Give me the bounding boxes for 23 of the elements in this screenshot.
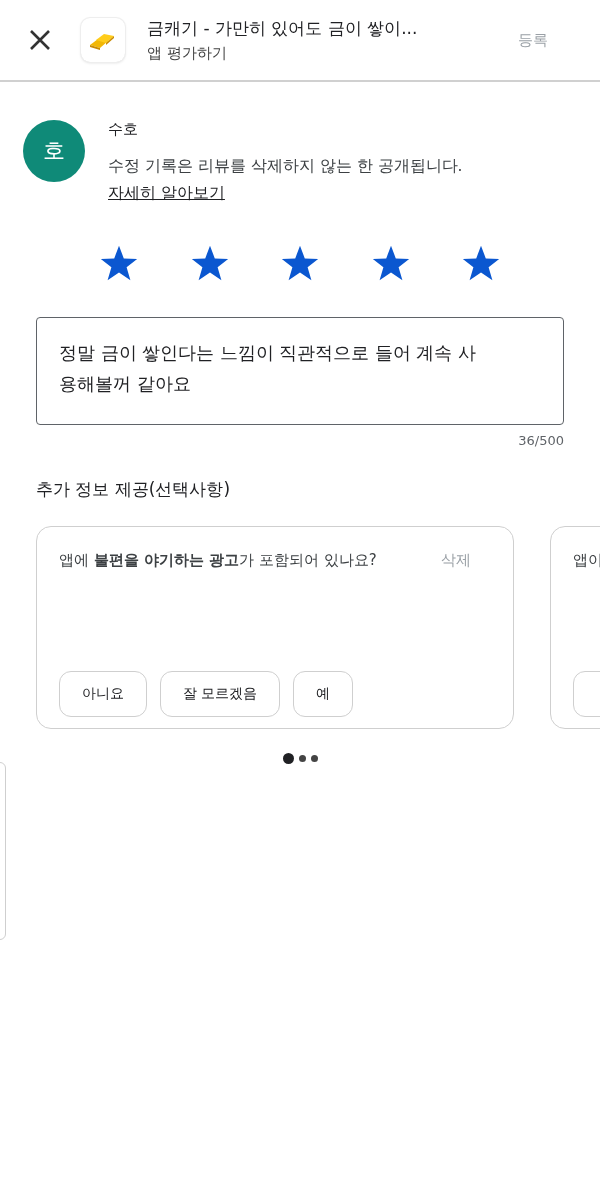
star-icon[interactable] <box>280 245 320 283</box>
answer-chip[interactable]: 예 <box>293 671 354 717</box>
answer-chip[interactable]: 잘 모르겠음 <box>160 671 281 717</box>
star-icon[interactable] <box>99 245 139 283</box>
app-title: 금캐기 - 가만히 있어도 금이 쌓이... <box>147 17 419 40</box>
page-dot[interactable] <box>282 753 294 764</box>
user-name: 수호 <box>108 120 139 139</box>
page-dot[interactable] <box>298 755 306 762</box>
review-field[interactable]: 정말 금이 쌓인다는 느낌이 직관적으로 들어 계속 사용해볼꺼 같아요 <box>36 317 564 425</box>
learn-more-link[interactable]: 자세히 알아보기 <box>108 184 225 202</box>
close-icon[interactable] <box>29 29 51 51</box>
section-heading: 추가 정보 제공(선택사항) <box>36 478 232 501</box>
page-subtitle: 앱 평가하기 <box>147 44 228 63</box>
character-counter: 36/500 <box>517 433 564 448</box>
avatar: 호 <box>23 120 85 182</box>
ingots-icon <box>81 18 125 62</box>
question-text: 앱에 불편을 야기하는 광고가 포함되어 있나요? <box>59 551 377 570</box>
page-dot[interactable] <box>310 755 318 762</box>
star-rating[interactable] <box>99 245 501 283</box>
question-text: 앱이 <box>573 551 600 570</box>
answer-chip[interactable]: 아니요 <box>59 671 147 717</box>
star-icon[interactable] <box>461 245 501 283</box>
notice-text: 수정 기록은 리뷰를 삭제하지 않는 한 공개됩니다. 자세히 알아보기 <box>108 156 464 204</box>
